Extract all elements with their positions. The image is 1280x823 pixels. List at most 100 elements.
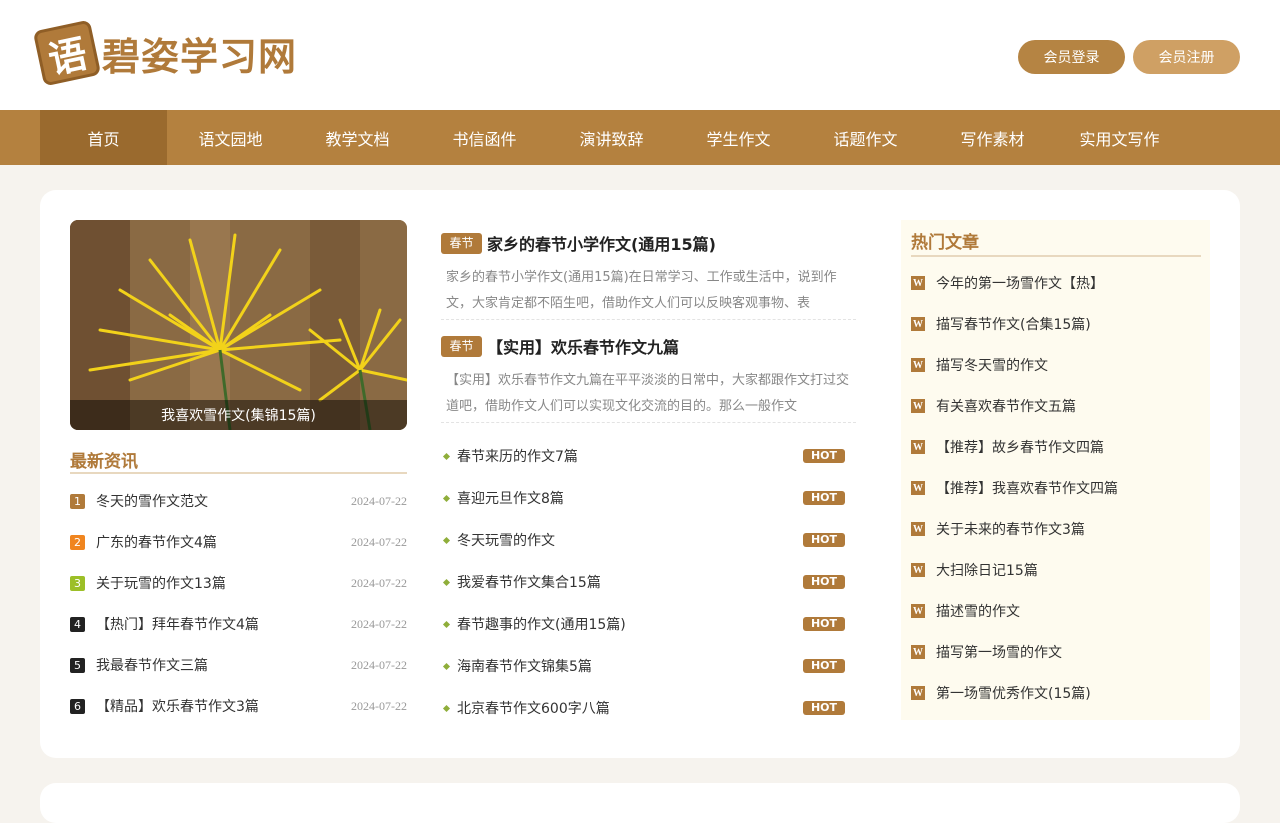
news-title[interactable]: 关于玩雪的作文13篇 — [96, 573, 351, 593]
list-item[interactable]: 春节来历的作文7篇 HOT — [442, 446, 845, 466]
latest-news-divider — [70, 472, 407, 474]
article-title[interactable]: 【实用】欢乐春节作文九篇 — [487, 338, 679, 357]
nav-item-topic-essays[interactable]: 话题作文 — [802, 110, 929, 165]
nav-item-speeches[interactable]: 演讲致辞 — [548, 110, 675, 165]
popular-title[interactable]: 大扫除日记15篇 — [936, 560, 1038, 580]
popular-title[interactable]: 描写第一场雪的作文 — [936, 642, 1062, 662]
popular-title[interactable]: 【推荐】故乡春节作文四篇 — [936, 437, 1104, 457]
popular-title[interactable]: 今年的第一场雪作文【热】 — [936, 273, 1104, 293]
bullet-icon — [442, 578, 451, 586]
list-item[interactable]: 北京春节作文600字八篇 HOT — [442, 698, 845, 718]
list-item[interactable]: 我爱春节作文集合15篇 HOT — [442, 572, 845, 592]
nav-item-practical-writing[interactable]: 实用文写作 — [1056, 110, 1183, 165]
popular-title[interactable]: 描写冬天雪的作文 — [936, 355, 1048, 375]
list-title[interactable]: 海南春节作文锦集5篇 — [457, 656, 803, 676]
rank-badge: 2 — [70, 534, 85, 550]
popular-item[interactable]: W 描述雪的作文 — [911, 601, 1201, 621]
member-register-button[interactable]: 会员注册 — [1133, 40, 1240, 74]
news-title[interactable]: 我最春节作文三篇 — [96, 655, 351, 675]
news-title[interactable]: 【精品】欢乐春节作文3篇 — [96, 696, 351, 716]
popular-item[interactable]: W 大扫除日记15篇 — [911, 560, 1201, 580]
flower-image — [70, 220, 407, 430]
article-title[interactable]: 家乡的春节小学作文(通用15篇) — [487, 235, 716, 254]
list-title[interactable]: 春节趣事的作文(通用15篇) — [457, 614, 803, 634]
news-item[interactable]: 5 我最春节作文三篇 2024-07-22 — [70, 655, 407, 675]
nav-item-chinese-garden[interactable]: 语文园地 — [167, 110, 294, 165]
site-header: 语 碧姿学习网 会员登录 会员注册 — [0, 0, 1280, 110]
popular-item[interactable]: W 【推荐】故乡春节作文四篇 — [911, 437, 1201, 457]
list-item[interactable]: 冬天玩雪的作文 HOT — [442, 530, 845, 550]
nav-item-home[interactable]: 首页 — [40, 110, 167, 165]
popular-item[interactable]: W 【推荐】我喜欢春节作文四篇 — [911, 478, 1201, 498]
article-divider — [441, 319, 856, 320]
list-item[interactable]: 喜迎元旦作文8篇 HOT — [442, 488, 845, 508]
popular-title[interactable]: 第一场雪优秀作文(15篇) — [936, 683, 1091, 703]
news-date: 2024-07-22 — [351, 575, 407, 590]
word-doc-icon: W — [911, 522, 925, 536]
news-item[interactable]: 4 【热门】拜年春节作文4篇 2024-07-22 — [70, 614, 407, 634]
news-title[interactable]: 冬天的雪作文范文 — [96, 491, 351, 511]
logo-mark: 语 — [32, 19, 102, 87]
word-doc-icon: W — [911, 317, 925, 331]
nav-item-writing-material[interactable]: 写作素材 — [929, 110, 1056, 165]
list-item[interactable]: 春节趣事的作文(通用15篇) HOT — [442, 614, 845, 634]
rank-badge: 4 — [70, 616, 85, 632]
list-title[interactable]: 北京春节作文600字八篇 — [457, 698, 803, 718]
popular-title[interactable]: 【推荐】我喜欢春节作文四篇 — [936, 478, 1118, 498]
bullet-icon — [442, 452, 451, 460]
news-title[interactable]: 广东的春节作文4篇 — [96, 532, 351, 552]
news-item[interactable]: 3 关于玩雪的作文13篇 2024-07-22 — [70, 573, 407, 593]
hot-badge: HOT — [803, 659, 845, 673]
news-title[interactable]: 【热门】拜年春节作文4篇 — [96, 614, 351, 634]
list-item[interactable]: 海南春节作文锦集5篇 HOT — [442, 656, 845, 676]
popular-item[interactable]: W 关于未来的春节作文3篇 — [911, 519, 1201, 539]
news-item[interactable]: 2 广东的春节作文4篇 2024-07-22 — [70, 532, 407, 552]
content-panel-secondary — [40, 783, 1240, 823]
bullet-icon — [442, 620, 451, 628]
article-divider — [441, 422, 856, 423]
word-doc-icon: W — [911, 604, 925, 618]
popular-articles-title: 热门文章 — [911, 233, 979, 253]
featured-article: 春节 家乡的春节小学作文(通用15篇) 家乡的春节小学作文(通用15篇)在日常学习… — [441, 231, 856, 317]
list-title[interactable]: 春节来历的作文7篇 — [457, 446, 803, 466]
popular-title[interactable]: 描述雪的作文 — [936, 601, 1020, 621]
feature-image-card[interactable]: 我喜欢雪作文(集锦15篇) — [70, 220, 407, 430]
feature-caption[interactable]: 我喜欢雪作文(集锦15篇) — [70, 400, 407, 430]
news-date: 2024-07-22 — [351, 616, 407, 631]
logo-text: 碧姿学习网 — [102, 34, 298, 79]
word-doc-icon: W — [911, 645, 925, 659]
news-item[interactable]: 1 冬天的雪作文范文 2024-07-22 — [70, 491, 407, 511]
category-tag[interactable]: 春节 — [441, 232, 482, 254]
nav-item-letters[interactable]: 书信函件 — [421, 110, 548, 165]
popular-item[interactable]: W 描写春节作文(合集15篇) — [911, 314, 1201, 334]
member-login-button[interactable]: 会员登录 — [1018, 40, 1125, 74]
nav-item-teaching-docs[interactable]: 教学文档 — [294, 110, 421, 165]
list-title[interactable]: 我爱春节作文集合15篇 — [457, 572, 803, 592]
featured-article: 春节 【实用】欢乐春节作文九篇 【实用】欢乐春节作文九篇在平平淡淡的日常中，大家都… — [441, 334, 856, 420]
rank-badge: 1 — [70, 493, 85, 509]
list-title[interactable]: 冬天玩雪的作文 — [457, 530, 803, 550]
word-doc-icon: W — [911, 276, 925, 290]
news-date: 2024-07-22 — [351, 698, 407, 713]
nav-item-student-essays[interactable]: 学生作文 — [675, 110, 802, 165]
category-tag[interactable]: 春节 — [441, 335, 482, 357]
bullet-icon — [442, 536, 451, 544]
article-excerpt: 【实用】欢乐春节作文九篇在平平淡淡的日常中，大家都跟作文打过交道吧，借助作文人们… — [446, 373, 850, 414]
popular-item[interactable]: W 有关喜欢春节作文五篇 — [911, 396, 1201, 416]
rank-badge: 6 — [70, 698, 85, 714]
popular-title[interactable]: 描写春节作文(合集15篇) — [936, 314, 1091, 334]
hot-badge: HOT — [803, 449, 845, 463]
popular-item[interactable]: W 第一场雪优秀作文(15篇) — [911, 683, 1201, 703]
popular-title[interactable]: 有关喜欢春节作文五篇 — [936, 396, 1076, 416]
site-logo[interactable]: 语 碧姿学习网 — [32, 19, 298, 87]
list-title[interactable]: 喜迎元旦作文8篇 — [457, 488, 803, 508]
news-item[interactable]: 6 【精品】欢乐春节作文3篇 2024-07-22 — [70, 696, 407, 716]
popular-item[interactable]: W 描写第一场雪的作文 — [911, 642, 1201, 662]
popular-title[interactable]: 关于未来的春节作文3篇 — [936, 519, 1085, 539]
rank-badge: 3 — [70, 575, 85, 591]
bullet-icon — [442, 704, 451, 712]
word-doc-icon: W — [911, 440, 925, 454]
popular-item[interactable]: W 今年的第一场雪作文【热】 — [911, 273, 1201, 293]
popular-item[interactable]: W 描写冬天雪的作文 — [911, 355, 1201, 375]
word-doc-icon: W — [911, 358, 925, 372]
